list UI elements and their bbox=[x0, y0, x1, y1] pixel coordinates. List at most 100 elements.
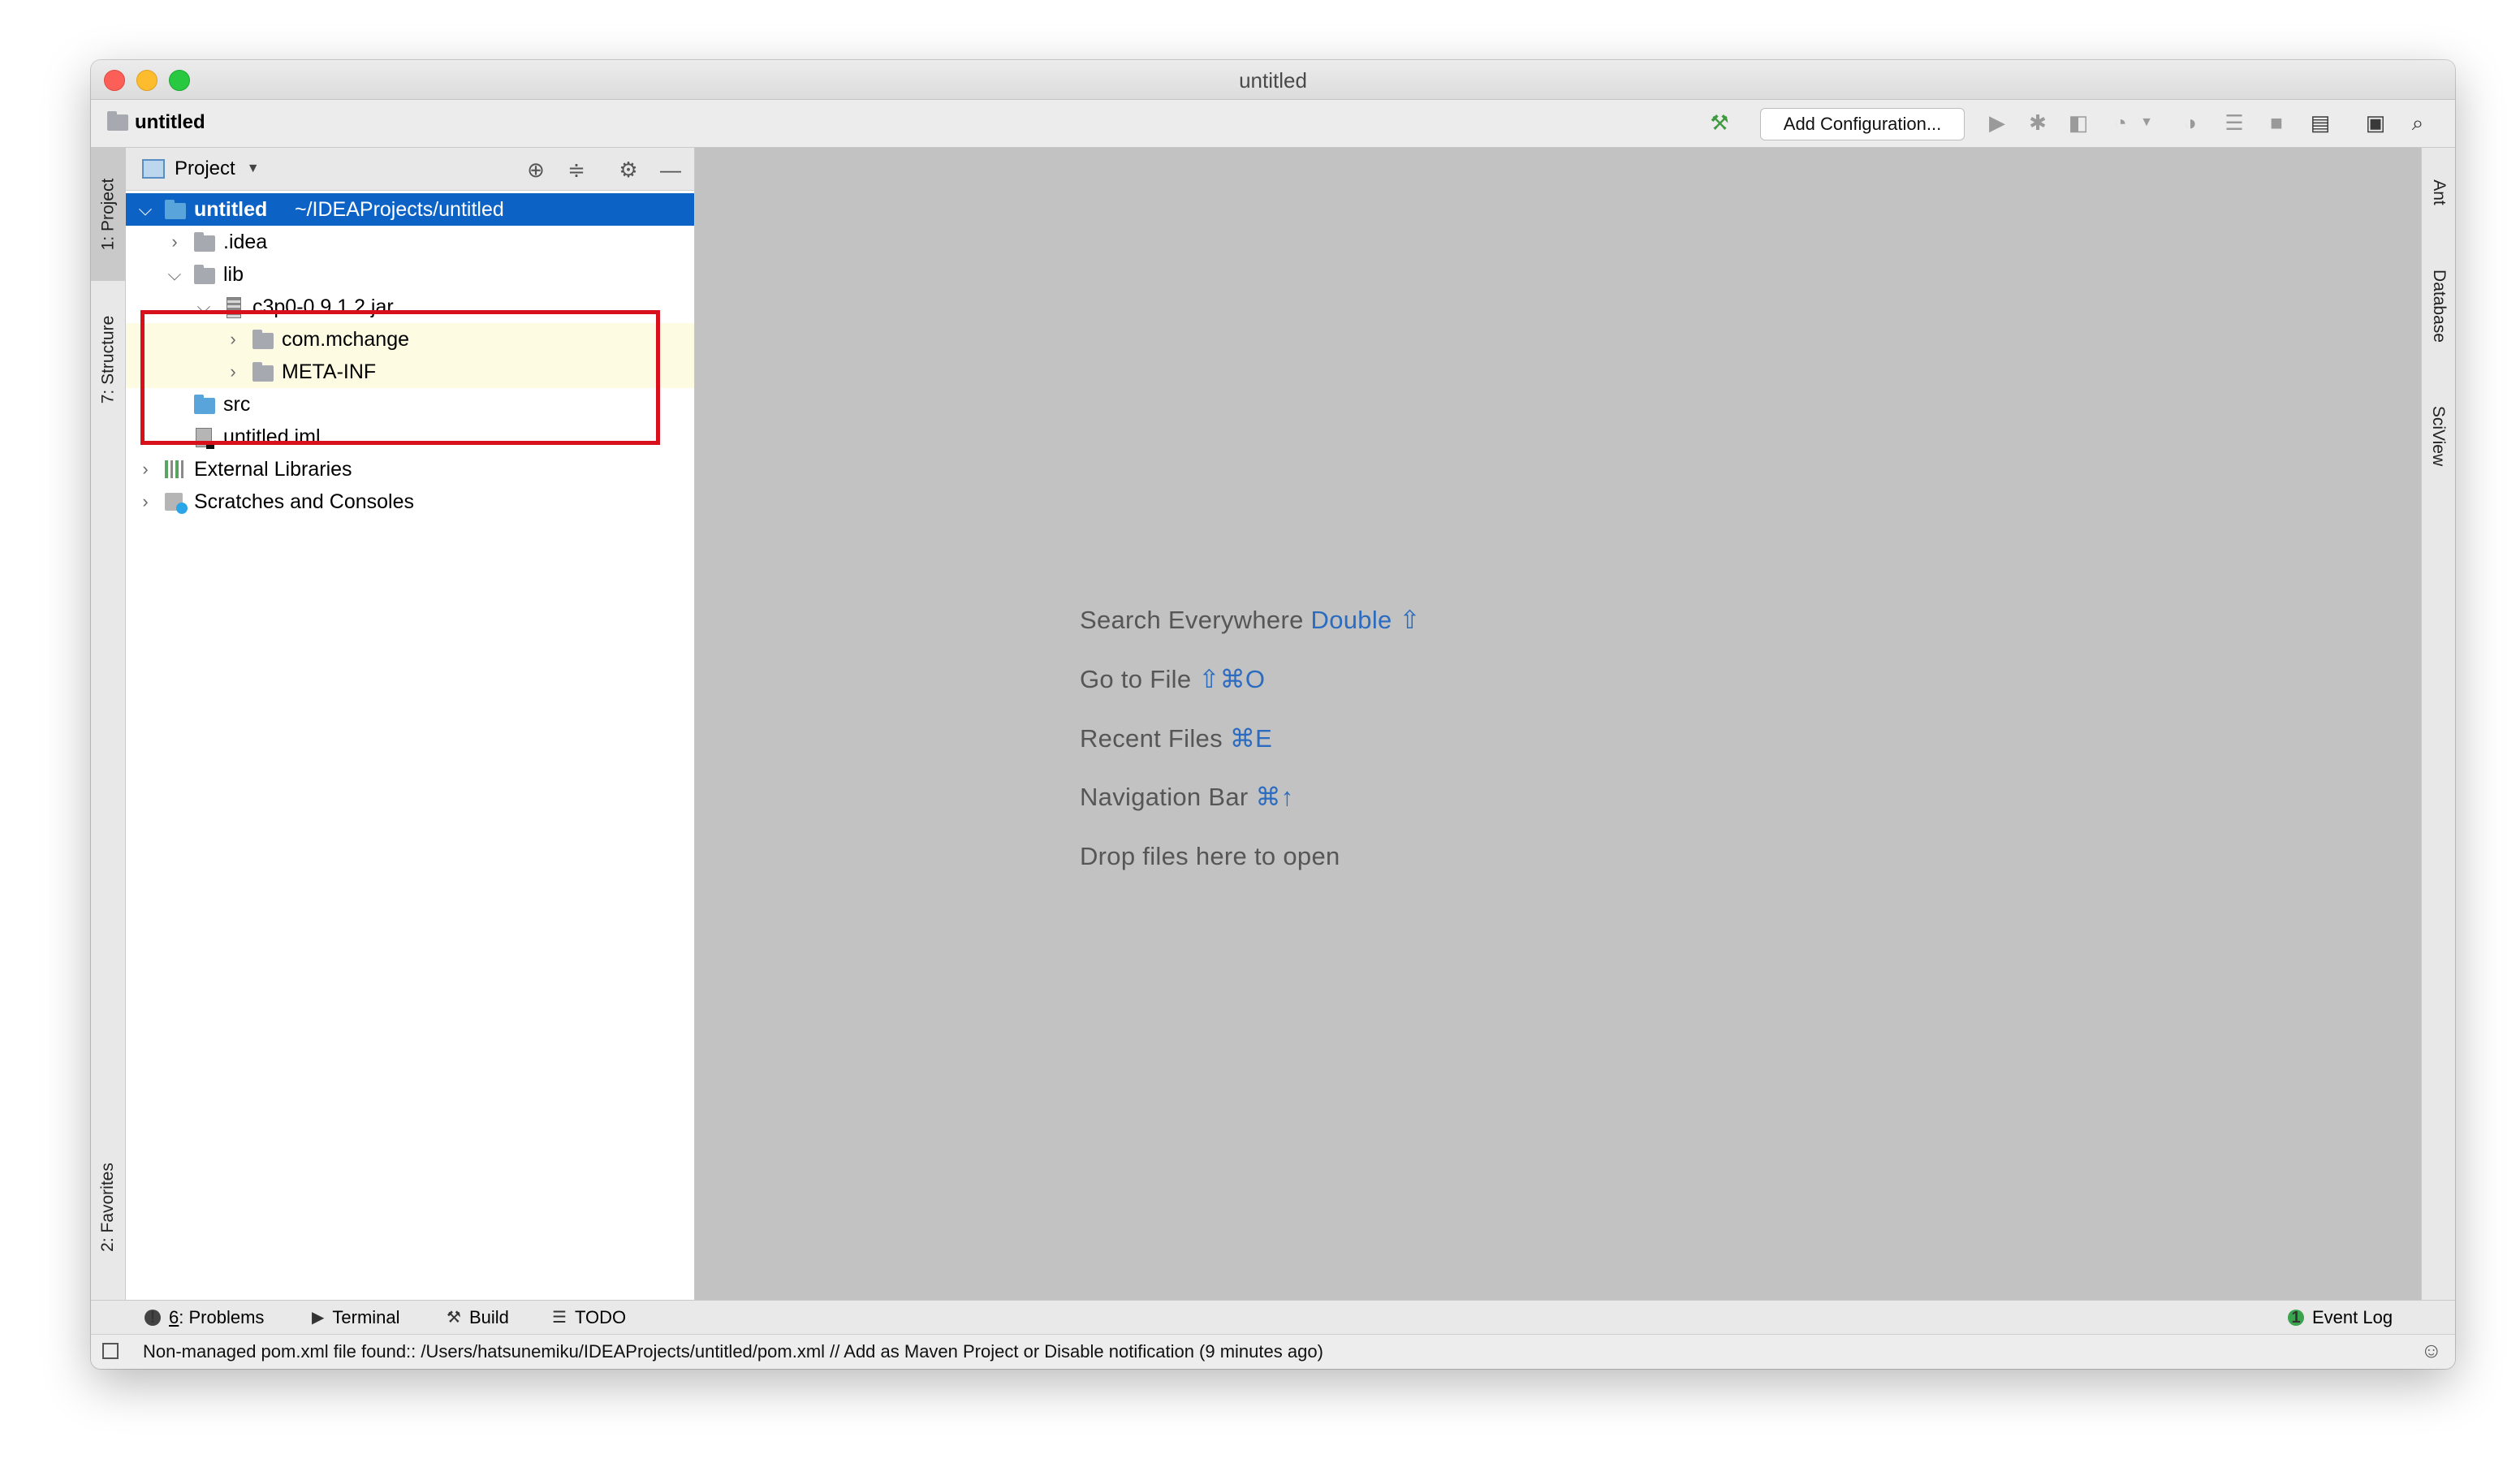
hint-text: Recent Files bbox=[1080, 724, 1223, 753]
window-title: untitled bbox=[1239, 68, 1307, 93]
libraries-icon bbox=[165, 460, 186, 478]
tree-item-label: META-INF bbox=[282, 360, 377, 383]
tool-tab-structure[interactable]: 7: Structure bbox=[91, 291, 125, 429]
module-file-icon bbox=[196, 428, 214, 449]
gear-icon[interactable]: ⚙ bbox=[615, 156, 642, 183]
tree-item-src[interactable]: src bbox=[126, 388, 694, 421]
breadcrumb[interactable]: untitled bbox=[107, 111, 205, 134]
stop-icon[interactable]: ■ bbox=[2263, 110, 2289, 136]
project-panel-header: Project ▼ ⊕ ≑ ⚙ — bbox=[126, 148, 694, 191]
tool-tab-sciview-label: SciView bbox=[2429, 405, 2449, 467]
event-log-tab[interactable]: 1 Event Log bbox=[2288, 1301, 2393, 1335]
profile-dropdown-icon[interactable]: ▼ bbox=[2134, 110, 2160, 136]
project-view-selector[interactable]: Project ▼ bbox=[142, 158, 260, 180]
coverage-icon[interactable]: ◧ bbox=[2065, 110, 2091, 136]
tree-item-path: ~/IDEAProjects/untitled bbox=[295, 198, 504, 221]
tree-item-label: c3p0-0.9.1.2.jar bbox=[252, 296, 394, 318]
tree-item-meta-inf[interactable]: › META-INF bbox=[126, 356, 694, 388]
tool-tab-ant[interactable]: Ant bbox=[2422, 156, 2455, 229]
tree-item-project-root[interactable]: ⌵ untitled ~/IDEAProjects/untitled bbox=[126, 193, 694, 226]
problems-tab-number: 6 bbox=[169, 1307, 179, 1327]
hide-panel-icon[interactable]: — bbox=[657, 156, 684, 183]
editor-empty-area[interactable]: Search Everywhere Double ⇧ Go to File ⇧⌘… bbox=[695, 148, 2421, 1301]
tree-item-external-libraries[interactable]: › External Libraries bbox=[126, 453, 694, 486]
chevron-down-icon: ▼ bbox=[246, 162, 260, 175]
debug-icon[interactable]: ✱ bbox=[2025, 110, 2051, 136]
tool-tab-project[interactable]: 1: Project bbox=[91, 148, 125, 281]
project-structure-icon[interactable]: ▤ bbox=[2307, 110, 2333, 136]
title-bar: untitled bbox=[91, 60, 2455, 100]
tree-item-label: untitled bbox=[194, 198, 268, 221]
todo-tab-label: TODO bbox=[574, 1307, 627, 1327]
chevron-right-icon[interactable]: › bbox=[165, 226, 184, 258]
hint-recent-files: Recent Files ⌘E bbox=[1080, 724, 1272, 753]
tree-item-idea[interactable]: › .idea bbox=[126, 226, 694, 258]
hint-drop-files: Drop files here to open bbox=[1080, 842, 1340, 871]
tree-item-label: External Libraries bbox=[194, 458, 352, 481]
terminal-icon: ▶ bbox=[312, 1309, 325, 1327]
tree-item-jar[interactable]: ⌵ c3p0-0.9.1.2.jar bbox=[126, 291, 694, 323]
run-list-icon[interactable]: ☰ bbox=[2221, 110, 2247, 136]
hint-shortcut: ⇧⌘O bbox=[1198, 665, 1266, 693]
tree-item-label: untitled.iml bbox=[223, 425, 321, 448]
build-tab[interactable]: ⚒ Build bbox=[447, 1301, 509, 1335]
collapse-all-icon[interactable]: ≑ bbox=[563, 156, 590, 183]
hint-shortcut: Double ⇧ bbox=[1310, 606, 1421, 634]
tree-item-lib[interactable]: ⌵ lib bbox=[126, 258, 694, 291]
scratches-icon bbox=[165, 493, 188, 514]
tree-item-scratches[interactable]: › Scratches and Consoles bbox=[126, 486, 694, 518]
chevron-down-icon[interactable]: ⌵ bbox=[165, 258, 184, 291]
tree-item-com-mchange[interactable]: › com.mchange bbox=[126, 323, 694, 356]
chevron-down-icon[interactable]: ⌵ bbox=[136, 193, 155, 226]
list-icon: ☰ bbox=[552, 1309, 567, 1327]
tool-tab-favorites-label: 2: Favorites bbox=[98, 1163, 117, 1252]
chevron-down-icon[interactable]: ⌵ bbox=[194, 291, 214, 323]
run-anything-icon[interactable]: ▣ bbox=[2362, 110, 2388, 136]
ide-window: untitled untitled ⚒ Add Configuration...… bbox=[91, 60, 2455, 1369]
tree-item-label: lib bbox=[223, 263, 244, 286]
chevron-right-icon[interactable]: › bbox=[223, 356, 243, 388]
profile-icon[interactable]: ◔ bbox=[2108, 110, 2134, 136]
left-tool-stripe: 1: Project 7: Structure 2: Favorites bbox=[91, 148, 126, 1301]
run-icon[interactable]: ▶ bbox=[1984, 110, 2010, 136]
tree-item-iml[interactable]: untitled.iml bbox=[126, 421, 694, 453]
status-message[interactable]: Non-managed pom.xml file found:: /Users/… bbox=[143, 1335, 1323, 1369]
build-hammer-icon[interactable]: ⚒ bbox=[1707, 110, 1732, 136]
build-tab-label: Build bbox=[468, 1307, 509, 1327]
folder-icon bbox=[252, 362, 274, 382]
search-icon[interactable]: ⌕ bbox=[2405, 110, 2431, 136]
tool-tab-ant-label: Ant bbox=[2429, 179, 2449, 205]
chevron-right-icon[interactable]: › bbox=[223, 323, 243, 356]
bottom-tool-bar: ! 6 : Problems ▶ Terminal ⚒ Build ☰ TODO… bbox=[91, 1300, 2455, 1335]
hammer-icon: ⚒ bbox=[447, 1309, 461, 1327]
tree-item-label: .idea bbox=[223, 231, 268, 253]
attach-debugger-icon[interactable]: ◑ bbox=[2177, 110, 2203, 136]
tree-item-label: src bbox=[223, 393, 251, 416]
tool-tab-sciview[interactable]: SciView bbox=[2422, 383, 2455, 489]
folder-icon bbox=[194, 232, 215, 252]
terminal-tab[interactable]: ▶ Terminal bbox=[312, 1301, 400, 1335]
module-folder-icon bbox=[165, 200, 186, 219]
chevron-right-icon[interactable]: › bbox=[136, 453, 155, 486]
status-bar: Non-managed pom.xml file found:: /Users/… bbox=[91, 1334, 2455, 1369]
locate-target-icon[interactable]: ⊕ bbox=[522, 156, 550, 183]
hint-text: Search Everywhere bbox=[1080, 606, 1304, 634]
package-folder-icon bbox=[252, 330, 274, 349]
toggle-tool-windows-icon[interactable] bbox=[102, 1343, 119, 1359]
right-tool-stripe: Ant Database SciView bbox=[2421, 148, 2455, 1301]
hint-text: Drop files here to open bbox=[1080, 842, 1340, 870]
problems-tab[interactable]: ! 6 : Problems bbox=[145, 1301, 264, 1335]
tool-tab-database-label: Database bbox=[2429, 270, 2449, 343]
todo-tab[interactable]: ☰ TODO bbox=[552, 1301, 626, 1335]
terminal-tab-label: Terminal bbox=[332, 1307, 400, 1327]
add-configuration-button[interactable]: Add Configuration... bbox=[1760, 108, 1965, 140]
tool-tab-database[interactable]: Database bbox=[2422, 245, 2455, 367]
problems-tab-label: : Problems bbox=[179, 1307, 265, 1327]
breadcrumb-project[interactable]: untitled bbox=[135, 111, 205, 134]
hint-search-everywhere: Search Everywhere Double ⇧ bbox=[1080, 606, 1421, 635]
hint-go-to-file: Go to File ⇧⌘O bbox=[1080, 665, 1265, 694]
inspector-icon[interactable]: ☺ bbox=[2420, 1338, 2442, 1363]
chevron-right-icon[interactable]: › bbox=[136, 486, 155, 518]
tool-tab-favorites[interactable]: 2: Favorites bbox=[91, 1138, 125, 1276]
tool-tab-project-label: 1: Project bbox=[98, 178, 117, 251]
